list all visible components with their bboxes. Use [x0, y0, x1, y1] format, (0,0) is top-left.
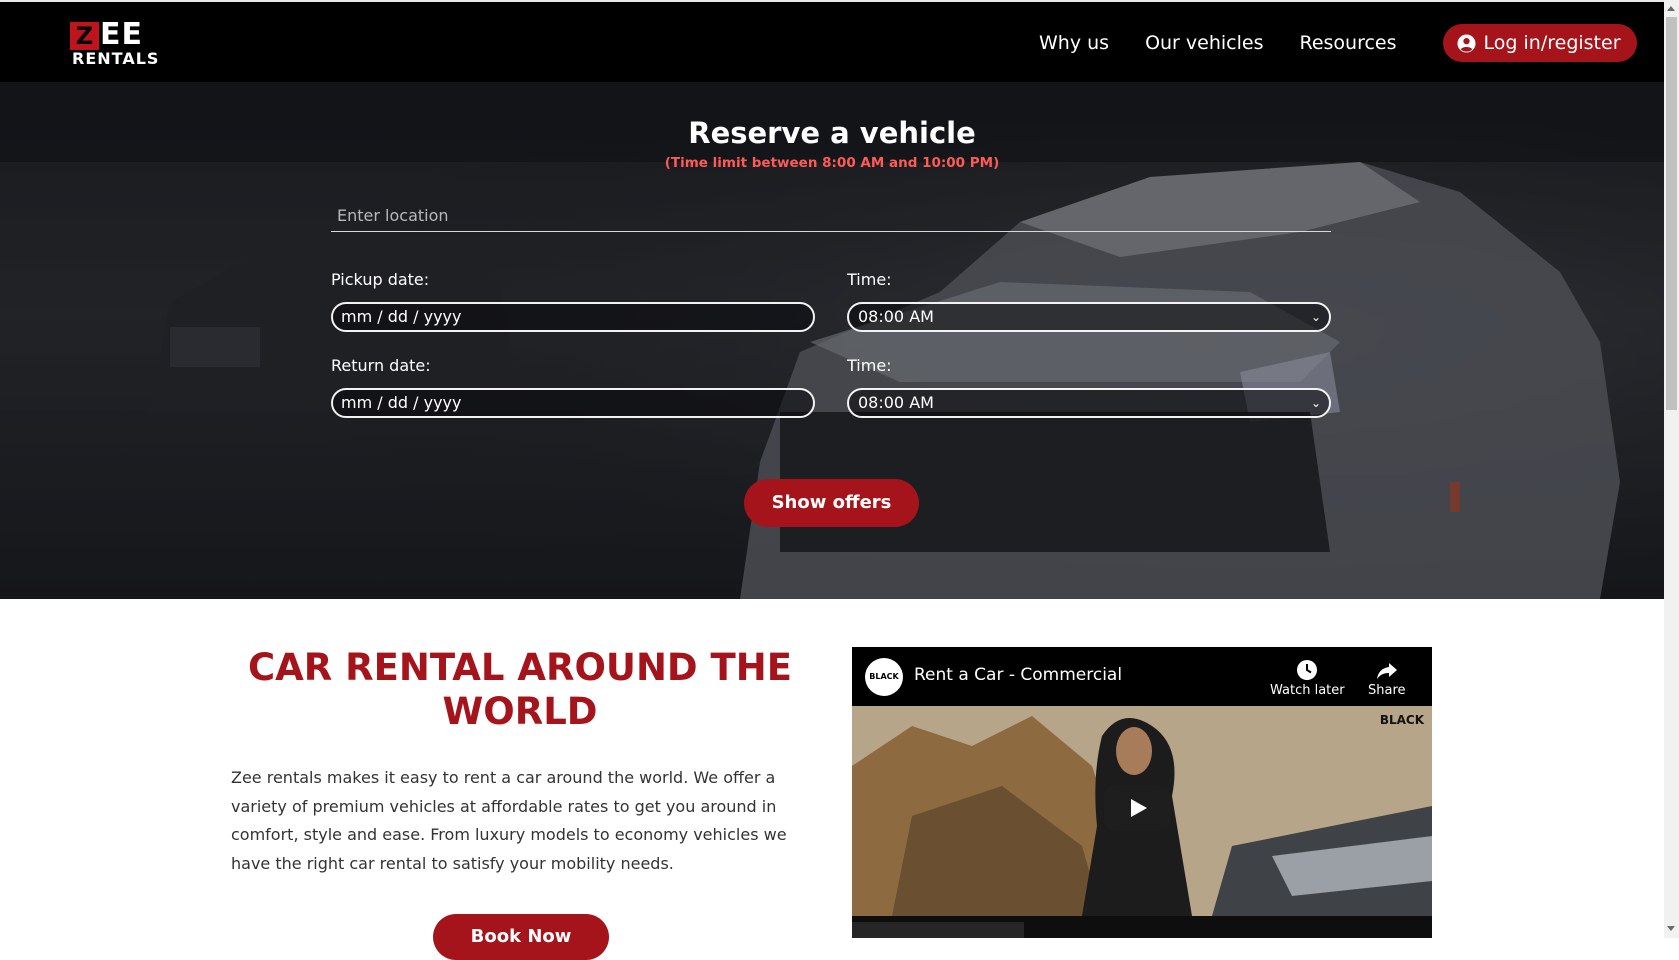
section-description: Zee rentals makes it easy to rent a car …: [231, 768, 787, 873]
location-input[interactable]: [331, 200, 1331, 232]
scrollbar-thumb[interactable]: [1666, 17, 1677, 410]
chevron-down-icon: ⌄: [1310, 396, 1321, 410]
chevron-down-icon: ⌄: [1310, 310, 1321, 324]
reservation-hero: Reserve a vehicle (Time limit between 8:…: [0, 82, 1664, 599]
clock-icon: [1297, 660, 1318, 680]
pickup-time-value: 08:00 AM: [858, 307, 934, 326]
nav-resources[interactable]: Resources: [1299, 32, 1396, 54]
return-time-value: 08:00 AM: [858, 393, 934, 412]
share-button[interactable]: Share: [1368, 659, 1406, 698]
nav-why-us[interactable]: Why us: [1039, 32, 1109, 54]
login-register-label: Log in/register: [1483, 32, 1621, 54]
logo-mark: Z: [70, 22, 99, 50]
show-offers-button[interactable]: Show offers: [744, 479, 919, 527]
share-label: Share: [1368, 683, 1406, 698]
book-now-button[interactable]: Book Now: [433, 914, 609, 960]
zee-rentals-logo[interactable]: Z EE RENTALS: [70, 17, 160, 68]
section-title: CAR RENTAL AROUND THE WORLD: [247, 646, 792, 733]
play-icon[interactable]: [1104, 785, 1170, 831]
watch-later-label: Watch later: [1270, 683, 1345, 698]
pickup-date-field[interactable]: mm / dd / yyyy: [331, 302, 815, 332]
reserve-title: Reserve a vehicle: [688, 116, 976, 150]
return-date-label: Return date:: [331, 356, 431, 375]
return-time-select[interactable]: 08:00 AM ⌄: [847, 388, 1331, 418]
scroll-up-arrow-icon[interactable]: [1667, 6, 1675, 11]
nav-our-vehicles[interactable]: Our vehicles: [1145, 32, 1263, 54]
watch-later-button[interactable]: Watch later: [1270, 659, 1345, 698]
main-nav: Why us Our vehicles Resources Log in/reg…: [1039, 2, 1637, 84]
page-scrollbar[interactable]: [1664, 0, 1679, 938]
logo-name-top: EE: [100, 17, 143, 52]
share-icon: [1376, 663, 1397, 679]
login-register-button[interactable]: Log in/register: [1442, 24, 1637, 62]
scroll-down-arrow-icon[interactable]: [1667, 926, 1675, 931]
return-time-label: Time:: [847, 356, 892, 375]
pickup-time-label: Time:: [847, 270, 892, 289]
site-header: Z EE RENTALS Why us Our vehicles Resourc…: [0, 0, 1664, 82]
channel-avatar[interactable]: BLACK: [865, 658, 903, 696]
pickup-time-select[interactable]: 08:00 AM ⌄: [847, 302, 1331, 332]
video-progress-area: [852, 916, 1432, 938]
user-circle-icon: [1457, 33, 1476, 53]
video-title-bar: BLACK Rent a Car - Commercial Watch late…: [852, 647, 1432, 706]
return-date-field[interactable]: mm / dd / yyyy: [331, 388, 815, 418]
video-title[interactable]: Rent a Car - Commercial: [914, 665, 1122, 685]
youtube-video-embed[interactable]: BLACK Rent a Car - Commercial Watch late…: [852, 647, 1432, 938]
pickup-date-label: Pickup date:: [331, 270, 430, 289]
time-limit-note: (Time limit between 8:00 AM and 10:00 PM…: [664, 155, 1000, 171]
channel-watermark: BLACK: [1379, 713, 1424, 727]
logo-name-bottom: RENTALS: [72, 49, 160, 68]
